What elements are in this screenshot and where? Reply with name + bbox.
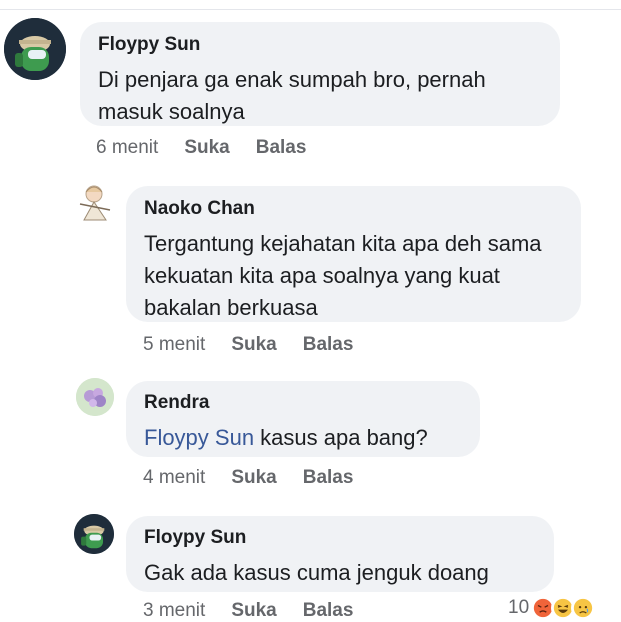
reactions-summary[interactable]: 10 xyxy=(508,596,596,620)
anime-avatar-icon xyxy=(72,180,118,226)
among-us-avatar-icon xyxy=(4,18,66,80)
comment-text: Gak ada kasus cuma jenguk doang xyxy=(144,560,489,585)
comment-bubble: Rendra Floypy Sun kasus apa bang? xyxy=(126,381,480,457)
avatar[interactable] xyxy=(76,378,114,416)
like-button[interactable]: Suka xyxy=(231,334,276,356)
comment-author[interactable]: Floypy Sun xyxy=(144,527,536,549)
comment-actions: 5 menit Suka Balas xyxy=(143,334,353,356)
reply-button[interactable]: Balas xyxy=(303,467,354,489)
avatar[interactable] xyxy=(72,180,118,226)
comment-author[interactable]: Naoko Chan xyxy=(144,198,563,220)
comment-author[interactable]: Floypy Sun xyxy=(98,34,542,56)
reply-button[interactable]: Balas xyxy=(256,137,307,159)
comment-bubble: Floypy Sun Gak ada kasus cuma jenguk doa… xyxy=(126,516,554,592)
like-button[interactable]: Suka xyxy=(231,600,276,622)
reply-button[interactable]: Balas xyxy=(303,334,354,356)
comment-time[interactable]: 6 menit xyxy=(96,137,158,159)
reply-button[interactable]: Balas xyxy=(303,600,354,622)
comment-actions: 3 menit Suka Balas xyxy=(143,600,353,622)
comment-time[interactable]: 5 menit xyxy=(143,334,205,356)
comment-text-body: kasus apa bang? xyxy=(254,425,428,450)
comment-text: Floypy Sun kasus apa bang? xyxy=(144,422,462,454)
comment-actions: 4 menit Suka Balas xyxy=(143,467,353,489)
like-button[interactable]: Suka xyxy=(231,467,276,489)
comment-time[interactable]: 3 menit xyxy=(143,600,205,622)
avatar[interactable] xyxy=(74,514,114,554)
comment-time[interactable]: 4 menit xyxy=(143,467,205,489)
reaction-count: 10 xyxy=(508,597,530,618)
comment-actions: 6 menit Suka Balas xyxy=(96,137,306,159)
like-button[interactable]: Suka xyxy=(184,137,229,159)
comment-author[interactable]: Rendra xyxy=(144,392,462,414)
mention-link[interactable]: Floypy Sun xyxy=(144,425,254,450)
comment-text: Tergantung kejahatan kita apa deh sama k… xyxy=(144,231,542,320)
top-divider xyxy=(0,0,621,10)
avatar[interactable] xyxy=(4,18,66,80)
comment-bubble: Floypy Sun Di penjara ga enak sumpah bro… xyxy=(80,22,560,126)
among-us-avatar-icon xyxy=(74,514,114,554)
sad-icon xyxy=(571,596,596,620)
flower-avatar-icon xyxy=(76,378,114,416)
comment-bubble: Naoko Chan Tergantung kejahatan kita apa… xyxy=(126,186,581,322)
comment-text: Di penjara ga enak sumpah bro, pernah ma… xyxy=(98,67,486,124)
